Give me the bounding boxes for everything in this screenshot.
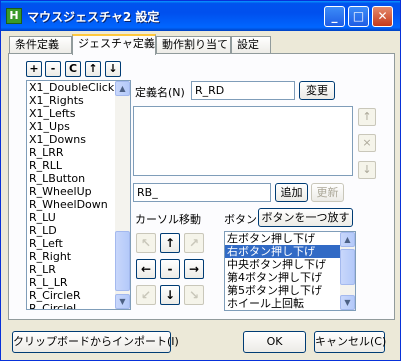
scroll-up-arrow[interactable]: ▲: [115, 81, 130, 96]
up-button[interactable]: ↑: [160, 233, 180, 253]
gesture-tab-panel: + - C ↑ ↓ X1_DoubleClick X1_Rights X1_Left…: [8, 53, 395, 320]
tab-action[interactable]: 動作割り当て: [156, 36, 231, 54]
ok-button[interactable]: OK: [243, 331, 306, 353]
sequence-delete-button[interactable]: ×: [358, 134, 376, 152]
cancel-button[interactable]: キャンセル(C): [314, 331, 386, 353]
definition-name-label: 定義名(N): [135, 86, 185, 99]
scroll-down-arrow[interactable]: ▼: [115, 294, 130, 309]
button-items: 左ボタン押し下げ 右ボタン押し下げ 中央ボタン押し下げ 第4ボタン押し下げ 第5ボタン押…: [225, 232, 355, 310]
gesture-list[interactable]: X1_DoubleClick X1_Rights X1_Lefts X1_Ups X1_…: [26, 80, 131, 310]
import-from-clipboard-button[interactable]: クリップボードからインポート(I): [12, 331, 179, 353]
button-label: ボタン: [224, 213, 257, 226]
center-button[interactable]: -: [160, 259, 180, 279]
button-list-item[interactable]: 中央ボタン押し下げ: [225, 258, 355, 271]
add-button[interactable]: 追加: [275, 183, 308, 202]
up-right-button[interactable]: ↗: [184, 233, 204, 253]
tab-gesture[interactable]: ジェスチャ定義: [72, 34, 156, 55]
button-list-item[interactable]: 第4ボタン押し下げ: [225, 271, 355, 284]
scroll-thumb[interactable]: [115, 231, 130, 291]
down-button[interactable]: ↓: [160, 285, 180, 305]
button-scroll-down-arrow[interactable]: ▼: [340, 295, 355, 310]
down-right-button[interactable]: ↘: [184, 285, 204, 305]
button-list-item[interactable]: ホイール上回転: [225, 297, 355, 310]
button-list-scrollbar[interactable]: ▲ ▼: [340, 232, 355, 310]
maximize-button[interactable]: □: [348, 6, 369, 27]
button-list-item[interactable]: 左ボタン押し下げ: [225, 232, 355, 245]
move-up-button[interactable]: ↑: [85, 61, 101, 77]
gesture-input[interactable]: RB_: [133, 183, 271, 202]
button-list-item[interactable]: 右ボタン押し下げ: [225, 245, 355, 258]
move-down-button[interactable]: ↓: [105, 61, 121, 77]
definition-name-input[interactable]: R_RD: [191, 81, 295, 100]
button-list-item[interactable]: 第5ボタン押し下げ: [225, 284, 355, 297]
sequence-up-button[interactable]: ↑: [358, 108, 376, 126]
gesture-sequence-list[interactable]: [133, 106, 353, 176]
minimize-button[interactable]: _: [324, 6, 345, 27]
mouse-button-list[interactable]: 左ボタン押し下げ 右ボタン押し下げ 中央ボタン押し下げ 第4ボタン押し下げ 第5ボタン押…: [224, 231, 356, 311]
update-button[interactable]: 更新: [311, 183, 344, 202]
cursor-move-label: カーソル移動: [135, 213, 201, 226]
button-scroll-up-arrow[interactable]: ▲: [340, 232, 355, 247]
window-title: マウスジェスチャ2 設定: [27, 10, 160, 24]
tab-settings[interactable]: 設定: [231, 36, 271, 54]
close-button[interactable]: ✕: [372, 6, 393, 27]
settings-window: H マウスジェスチャ2 設定 _ □ ✕ 条件定義 ジェスチャ定義 動作割り当て…: [0, 0, 401, 361]
tab-condition[interactable]: 条件定義: [9, 36, 72, 54]
right-button[interactable]: →: [184, 259, 204, 279]
gesture-list-scrollbar[interactable]: ▲ ▼: [115, 81, 130, 309]
button-scroll-thumb[interactable]: [340, 249, 355, 285]
change-button[interactable]: 変更: [299, 81, 335, 100]
copy-gesture-button[interactable]: C: [65, 61, 81, 77]
left-button[interactable]: ←: [136, 259, 156, 279]
add-gesture-button[interactable]: +: [26, 61, 42, 77]
up-left-button[interactable]: ↖: [136, 233, 156, 253]
remove-gesture-button[interactable]: -: [45, 61, 61, 77]
app-icon: H: [6, 8, 22, 24]
down-left-button[interactable]: ↙: [136, 285, 156, 305]
title-bar[interactable]: H マウスジェスチャ2 設定 _ □ ✕: [1, 1, 400, 31]
release-one-button[interactable]: ボタンを一つ放す: [258, 208, 353, 227]
sequence-down-button[interactable]: ↓: [358, 161, 376, 179]
